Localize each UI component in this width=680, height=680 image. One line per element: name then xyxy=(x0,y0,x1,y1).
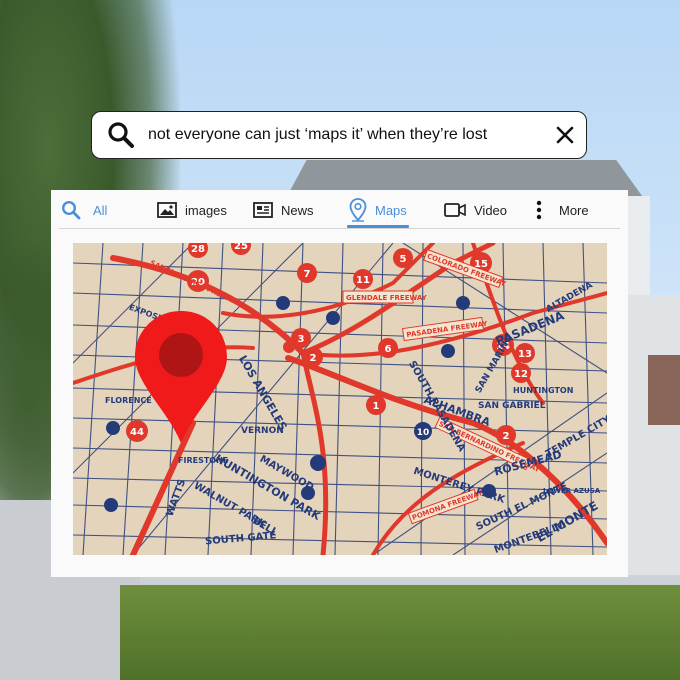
route-number: 7 xyxy=(304,269,311,280)
lawn xyxy=(120,585,680,680)
image-icon xyxy=(157,202,177,218)
tab-all[interactable]: All xyxy=(61,196,107,224)
map-label: GLENDALE FREEWAY xyxy=(346,294,428,302)
search-input[interactable]: not everyone can just ‘maps it’ when the… xyxy=(148,126,554,144)
route-number: 44 xyxy=(130,427,144,438)
map-label: LOWER AZUSA xyxy=(543,487,601,495)
route-number: 3 xyxy=(298,334,305,345)
more-vertical-icon xyxy=(535,200,543,220)
route-number: 6 xyxy=(385,344,392,355)
map-label: SAN GABRIEL xyxy=(478,401,546,411)
tab-label: images xyxy=(185,202,227,218)
pushpin-icon xyxy=(283,341,295,353)
results-panel: All images News Maps Video More 20 5 3 2… xyxy=(51,190,628,577)
map-label: HUNTINGTON xyxy=(513,386,573,395)
tabs-divider xyxy=(59,228,620,229)
house-window xyxy=(648,355,680,425)
tab-label: Maps xyxy=(375,202,407,218)
route-number: 13 xyxy=(518,349,532,360)
close-icon[interactable] xyxy=(554,124,576,146)
route-number: 25 xyxy=(234,243,248,252)
video-camera-icon xyxy=(444,203,466,217)
tab-images[interactable]: images xyxy=(157,196,227,224)
search-bar[interactable]: not everyone can just ‘maps it’ when the… xyxy=(91,111,587,159)
route-number: 10 xyxy=(417,428,430,438)
map-label: FIRESTONE xyxy=(178,456,228,465)
house-wall-side xyxy=(620,295,680,595)
route-number: 11 xyxy=(356,275,370,286)
map-view[interactable]: 20 5 3 2 6 1 7 11 15 14 13 12 44 10 2 28… xyxy=(73,243,607,555)
tab-news[interactable]: News xyxy=(253,196,314,224)
route-number: 28 xyxy=(191,244,205,255)
tab-more[interactable]: More xyxy=(535,196,589,224)
tab-label: More xyxy=(559,202,589,218)
route-number: 12 xyxy=(514,369,528,380)
search-tabs: All images News Maps Video More xyxy=(51,190,628,228)
map-label: FLORENCE xyxy=(105,396,152,405)
newspaper-icon xyxy=(253,202,273,218)
route-number: 2 xyxy=(503,431,510,442)
route-number: 2 xyxy=(310,353,317,364)
map-pin-icon xyxy=(349,198,367,222)
tab-video[interactable]: Video xyxy=(444,196,507,224)
tab-label: News xyxy=(281,202,314,218)
search-icon[interactable] xyxy=(106,120,136,150)
route-number: 1 xyxy=(373,401,380,412)
tab-label: All xyxy=(93,202,108,218)
route-number: 5 xyxy=(400,254,407,265)
tab-maps[interactable]: Maps xyxy=(347,196,409,228)
search-icon xyxy=(61,200,81,220)
tab-label: Video xyxy=(474,202,508,218)
